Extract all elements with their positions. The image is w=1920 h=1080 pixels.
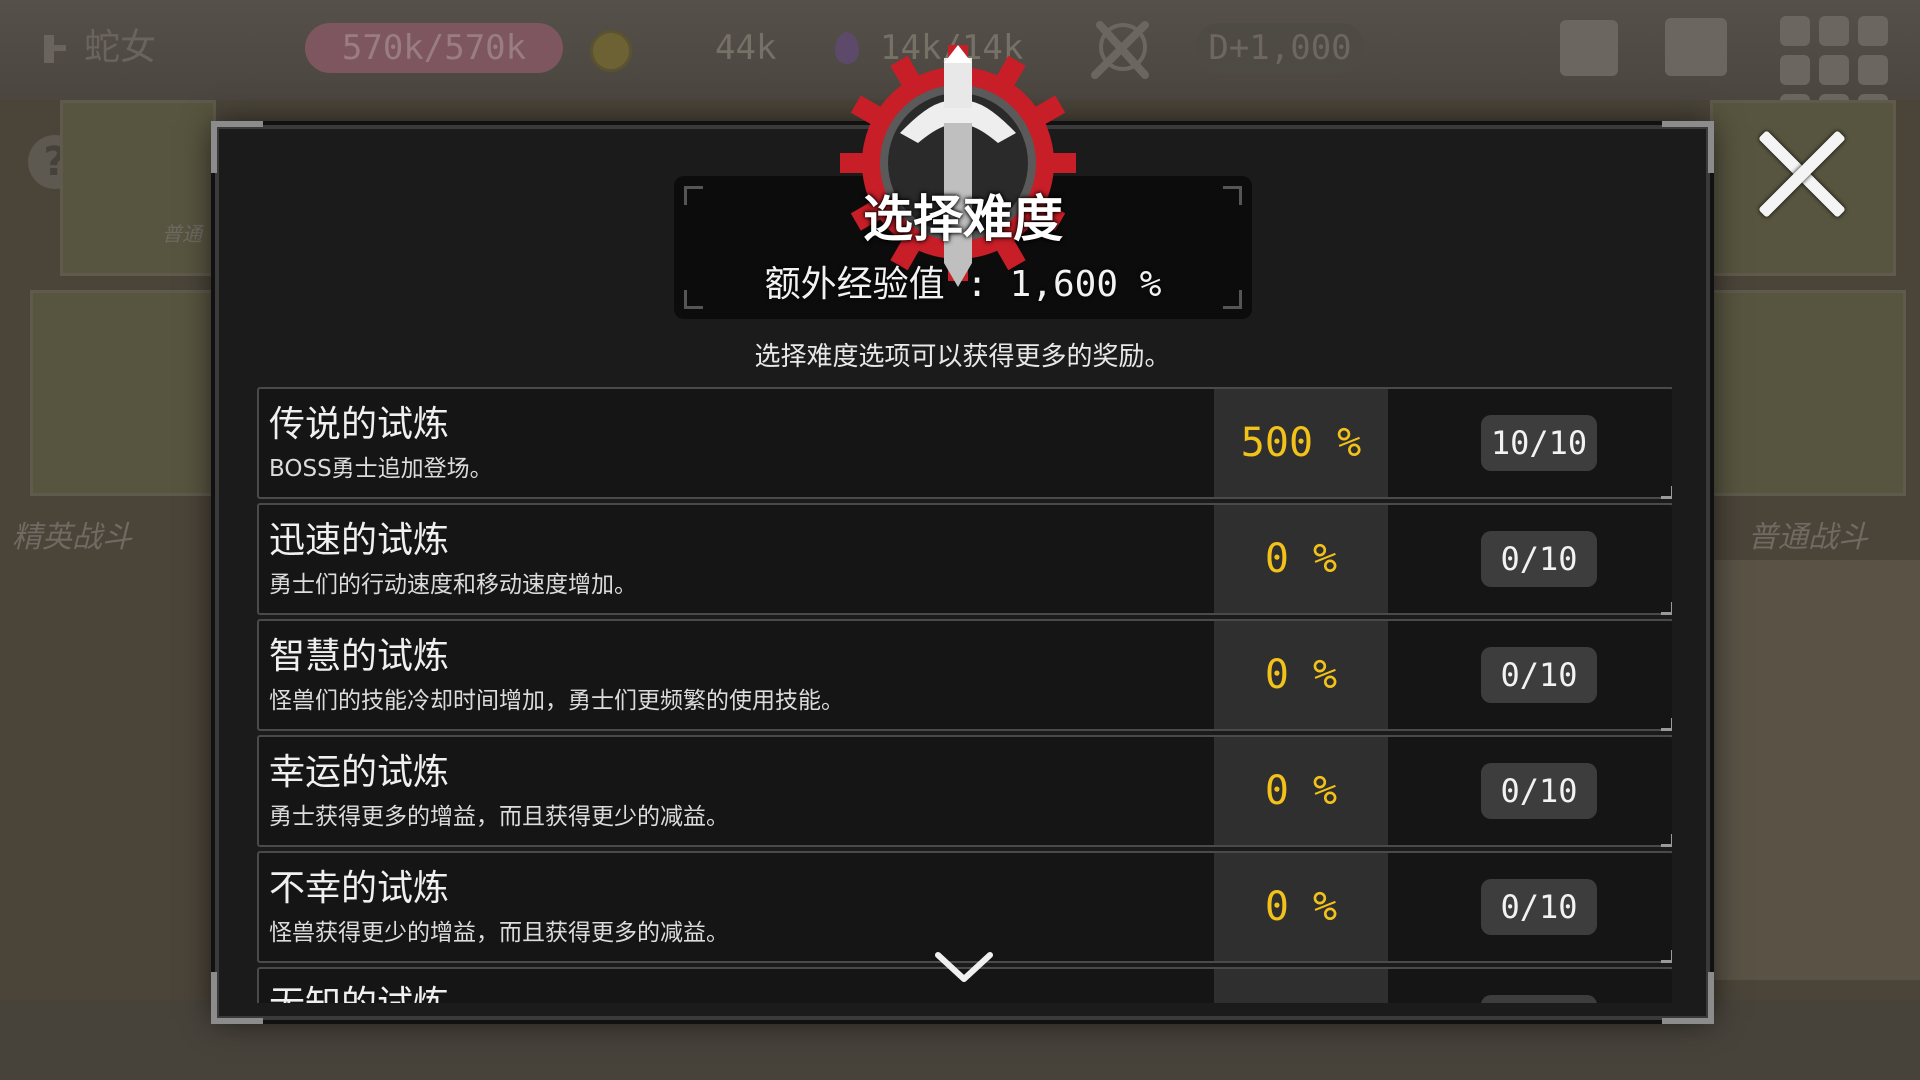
background-card [60,100,216,276]
trial-bonus: 0 % [1214,737,1388,845]
hp-display: 570k/570k [305,23,563,73]
character-icon [44,35,66,63]
map-icon[interactable] [1665,18,1727,76]
crossed-swords-icon[interactable] [1085,15,1155,85]
background-card [30,290,216,496]
trial-row-legend[interactable]: 传说的试炼 BOSS勇士追加登场。 500 % 10/10 [257,387,1672,499]
difficulty-dialog: 选择难度 额外经验值 : 1,600 % 选择难度选项可以获得更多的奖励。 传说… [211,45,1714,1024]
book-icon[interactable] [1560,20,1618,76]
trial-name: 传说的试炼 [269,404,450,445]
panel-corner [211,121,263,173]
trial-level-button[interactable]: 0/10 [1481,879,1597,935]
dialog-title: 选择难度 [863,190,1063,248]
trial-level-button[interactable] [1481,995,1597,1003]
trial-description: 勇士获得更多的增益，而且获得更少的减益。 [269,804,729,830]
trial-bonus: 500 % [1214,389,1388,497]
trial-row-luck[interactable]: 幸运的试炼 勇士获得更多的增益，而且获得更少的减益。 0 % 0/10 [257,735,1672,847]
bonus-exp: 额外经验值 : 1,600 % [764,264,1162,305]
elite-battle-label: 精英战斗 [12,520,132,555]
trial-bonus: 0 % [1214,505,1388,613]
trial-description: BOSS勇士追加登场。 [269,456,493,482]
trial-name: 不幸的试炼 [269,868,450,909]
trial-list[interactable]: 传说的试炼 BOSS勇士追加登场。 500 % 10/10 迅速的试炼 勇士们的… [257,387,1672,1003]
trial-name: 无知的试炼 [269,975,449,1003]
normal-battle-label: 普通战斗 [1748,520,1868,555]
close-icon[interactable] [1752,124,1852,224]
trial-description: 怪兽获得更少的增益，而且获得更多的减益。 [269,920,729,946]
trial-bonus [1214,969,1388,1003]
trial-bonus: 0 % [1214,621,1388,729]
trial-row-wisdom[interactable]: 智慧的试炼 怪兽们的技能冷却时间增加，勇士们更频繁的使用技能。 0 % 0/10 [257,619,1672,731]
coin-icon [590,30,632,72]
gold-display: 44k [715,28,777,68]
background-card [1710,290,1906,496]
panel-corner [1662,121,1714,173]
trial-description: 怪兽们的技能冷却时间增加，勇士们更频繁的使用技能。 [269,688,844,714]
trial-row-misfortune[interactable]: 不幸的试炼 怪兽获得更少的增益，而且获得更多的减益。 0 % 0/10 [257,851,1672,963]
trial-level-button[interactable]: 10/10 [1481,415,1597,471]
trial-name: 幸运的试炼 [269,752,450,793]
character-name: 蛇女 [40,18,156,78]
trial-bonus: 0 % [1214,853,1388,961]
day-counter: D+1,000 [1195,23,1365,73]
trial-name: 迅速的试炼 [269,520,450,561]
panel-corner [211,972,263,1024]
trial-level-button[interactable]: 0/10 [1481,531,1597,587]
trial-level-button[interactable]: 0/10 [1481,647,1597,703]
trial-level-button[interactable]: 0/10 [1481,763,1597,819]
trial-name: 智慧的试炼 [269,636,450,677]
trial-row-speed[interactable]: 迅速的试炼 勇士们的行动速度和移动速度增加。 0 % 0/10 [257,503,1672,615]
dialog-description: 选择难度选项可以获得更多的奖励。 [754,342,1171,372]
chevron-down-icon[interactable] [934,949,994,985]
normal-small-label: 普通 [162,222,202,246]
trial-description: 勇士们的行动速度和移动速度增加。 [269,572,637,598]
